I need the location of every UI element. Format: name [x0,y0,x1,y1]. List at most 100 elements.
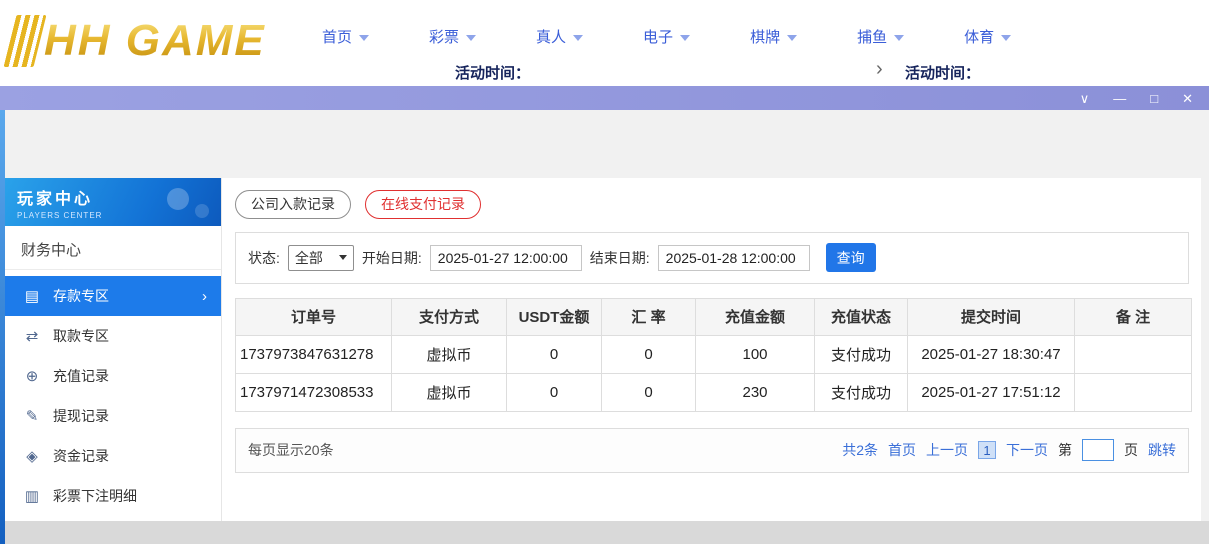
nav-label: 体育 [964,26,994,47]
withdraw-icon: ⇄ [21,327,43,345]
sidebar-item-withdraw[interactable]: ⇄ 取款专区 [5,316,221,356]
status-label: 状态: [248,248,280,268]
main-navigation: 首页 彩票 真人 电子 棋牌 捕鱼 [322,26,1011,47]
table-header-row: 订单号 支付方式 USDT金额 汇 率 充值金额 充值状态 提交时间 备 注 [236,298,1192,335]
jump-button[interactable]: 跳转 [1148,440,1176,460]
cell-recharge-status: 支付成功 [815,373,908,411]
sidebar-item-label: 取款专区 [53,326,109,346]
nav-item-home[interactable]: 首页 [322,26,369,47]
sidebar-item-lottery-bet-details[interactable]: ▥ 彩票下注明细 [5,476,221,516]
withdrawal-record-icon: ✎ [21,407,43,425]
window-close-icon[interactable]: ✕ [1182,92,1193,105]
player-center-panel: 玩家中心 PLAYERS CENTER 财务中心 ▤ 存款专区 › ⇄ 取款专区… [5,178,1201,521]
logo-text: HH GAME [44,16,266,66]
nav-item-sports[interactable]: 体育 [964,26,1011,47]
cell-submit-time: 2025-01-27 17:51:12 [908,373,1075,411]
window-minimize-icon[interactable]: — [1113,92,1126,105]
nav-item-lottery[interactable]: 彩票 [429,26,476,47]
nav-item-boardgames[interactable]: 棋牌 [750,26,797,47]
carousel-next-icon: › [876,58,883,81]
query-button[interactable]: 查询 [826,243,876,272]
cell-exchange-rate: 0 [602,373,696,411]
bottom-edge-decoration [5,521,1209,544]
col-payment-method: 支付方式 [392,298,507,335]
cell-exchange-rate: 0 [602,335,696,373]
top-navigation-bar: HH GAME 首页 彩票 真人 电子 棋牌 [0,0,1209,86]
nav-item-live[interactable]: 真人 [536,26,583,47]
sidebar-item-recharge-records[interactable]: ⊕ 充值记录 [5,356,221,396]
funds-icon: ◈ [21,447,43,465]
cell-order-id: 1737973847631278 [236,335,392,373]
window-body: 玩家中心 PLAYERS CENTER 财务中心 ▤ 存款专区 › ⇄ 取款专区… [0,110,1209,544]
cell-remark [1075,373,1192,411]
chevron-down-icon [339,255,347,260]
cell-submit-time: 2025-01-27 18:30:47 [908,335,1075,373]
site-logo[interactable]: HH GAME [10,8,266,74]
chevron-down-icon [680,35,690,41]
table-row: 1737973847631278 虚拟币 0 0 100 支付成功 2025-0… [236,335,1192,373]
cell-payment-method: 虚拟币 [392,373,507,411]
nav-label: 捕鱼 [857,26,887,47]
jump-label-before: 第 [1058,440,1072,460]
total-count: 共2条 [842,440,878,460]
window-maximize-icon[interactable]: □ [1150,92,1158,105]
tab-company-deposit-records[interactable]: 公司入款记录 [235,190,351,219]
jump-page-input[interactable] [1082,439,1114,461]
nav-item-slots[interactable]: 电子 [643,26,690,47]
cell-order-id: 1737971472308533 [236,373,392,411]
per-page-label: 每页显示20条 [248,440,334,460]
logo-stripes-icon [4,15,47,67]
sidebar-item-label: 充值记录 [53,366,109,386]
first-page-link[interactable]: 首页 [888,440,916,460]
content-area: 公司入款记录 在线支付记录 状态: 全部 开始日期: 结束日期: 查询 [223,178,1201,521]
sidebar: 玩家中心 PLAYERS CENTER 财务中心 ▤ 存款专区 › ⇄ 取款专区… [5,178,222,521]
col-exchange-rate: 汇 率 [602,298,696,335]
nav-label: 首页 [322,26,352,47]
lottery-detail-icon: ▥ [21,487,43,505]
banner-text-fragment: 活动时间： [455,62,530,83]
chevron-down-icon [573,35,583,41]
sidebar-item-label: 存款专区 [53,286,109,306]
chevron-down-icon [1001,35,1011,41]
start-date-input[interactable] [430,245,582,271]
recharge-icon: ⊕ [21,367,43,385]
status-select[interactable]: 全部 [288,245,354,271]
cell-recharge-amount: 230 [696,373,815,411]
banner-text-fragment: 活动时间： [905,62,980,83]
window-collapse-icon[interactable]: ∨ [1080,92,1090,105]
cell-usdt-amount: 0 [507,335,602,373]
nav-label: 电子 [643,26,673,47]
prev-page-link[interactable]: 上一页 [926,440,968,460]
window-titlebar: ∨ — □ ✕ [0,86,1209,110]
sidebar-item-withdrawal-records[interactable]: ✎ 提现记录 [5,396,221,436]
nav-label: 棋牌 [750,26,780,47]
chevron-right-icon: › [202,288,207,305]
nav-label: 真人 [536,26,566,47]
sidebar-item-funds-records[interactable]: ◈ 资金记录 [5,436,221,476]
col-submit-time: 提交时间 [908,298,1075,335]
col-recharge-status: 充值状态 [815,298,908,335]
sidebar-item-label: 资金记录 [53,446,109,466]
record-tabs: 公司入款记录 在线支付记录 [235,190,1201,219]
cell-payment-method: 虚拟币 [392,335,507,373]
player-center-window: ∨ — □ ✕ 玩家中心 PLAYERS CENTER 财务中心 ▤ 存款专区 … [0,86,1209,544]
next-page-link[interactable]: 下一页 [1006,440,1048,460]
start-date-label: 开始日期: [362,248,422,268]
tab-online-payment-records[interactable]: 在线支付记录 [365,190,481,219]
jump-label-after: 页 [1124,440,1138,460]
nav-item-fishing[interactable]: 捕鱼 [857,26,904,47]
sidebar-item-deposit[interactable]: ▤ 存款专区 › [5,276,221,316]
pagination-bar: 每页显示20条 共2条 首页 上一页 1 下一页 第 页 跳转 [235,428,1189,473]
col-remark: 备 注 [1075,298,1192,335]
sidebar-item-label: 提现记录 [53,406,109,426]
col-order-id: 订单号 [236,298,392,335]
cell-usdt-amount: 0 [507,373,602,411]
sidebar-item-label: 彩票下注明细 [53,486,137,506]
nav-label: 彩票 [429,26,459,47]
deposit-icon: ▤ [21,287,43,305]
chevron-down-icon [466,35,476,41]
end-date-input[interactable] [658,245,810,271]
chevron-down-icon [787,35,797,41]
sidebar-header: 玩家中心 PLAYERS CENTER [5,178,221,226]
col-usdt-amount: USDT金额 [507,298,602,335]
